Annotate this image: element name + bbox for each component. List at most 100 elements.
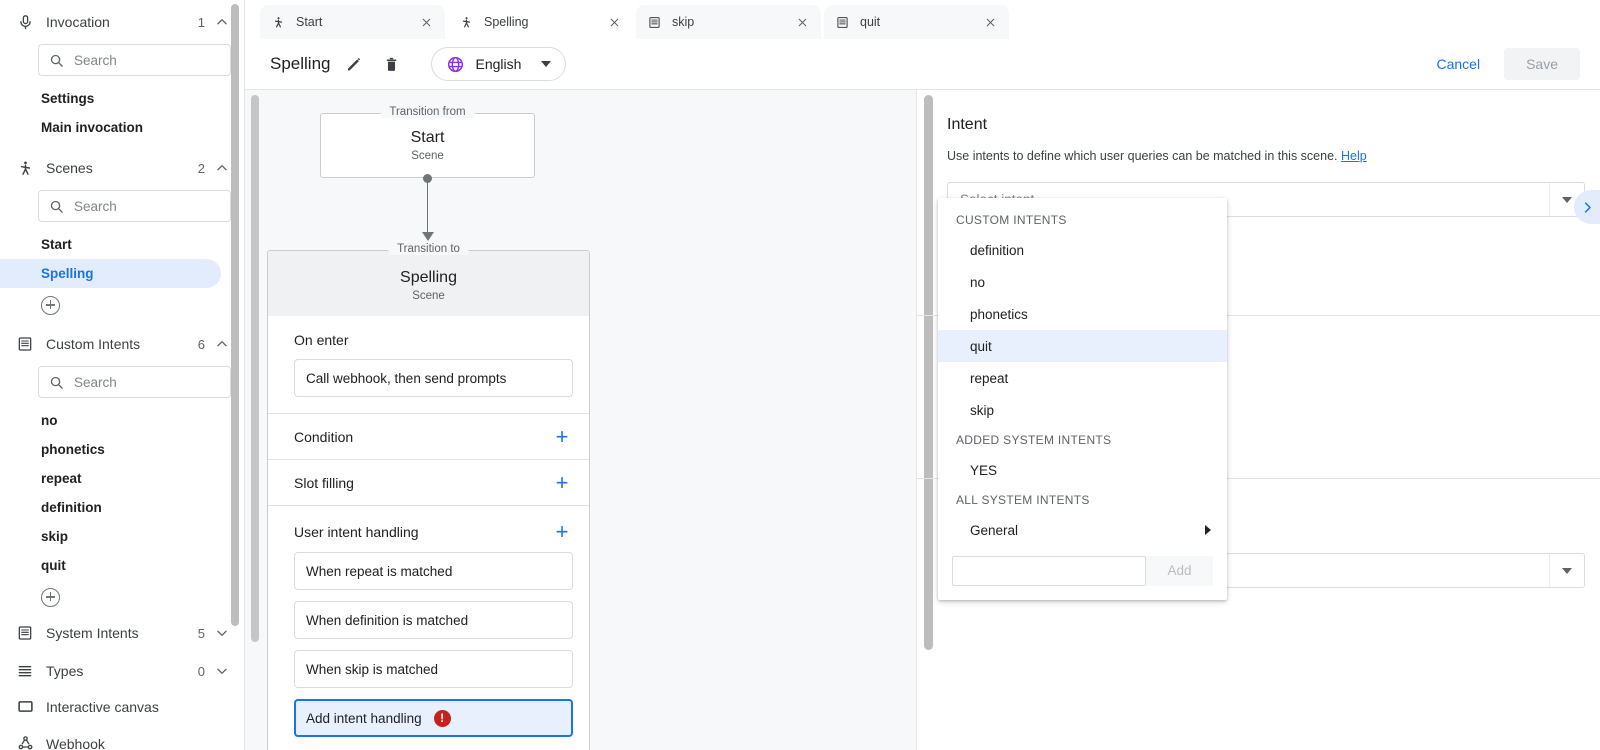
sidebar-item-settings[interactable]: Settings [0, 84, 245, 113]
globe-icon [446, 55, 465, 74]
scene-icon [460, 16, 474, 29]
dropdown-item-no[interactable]: no [938, 266, 1227, 298]
tab-spelling[interactable]: Spelling [448, 5, 633, 39]
sidebar-item-label: definition [41, 500, 102, 515]
sidebar-scrollbar[interactable] [231, 4, 239, 626]
tab-bar: Start Spelling [245, 0, 1600, 39]
search-input-custom-intents[interactable]: Search [38, 366, 231, 398]
sidebar-item-interactive-canvas[interactable]: Interactive canvas [0, 690, 245, 723]
dropdown-item-general[interactable]: General [938, 514, 1227, 546]
intent-handler-skip[interactable]: When skip is matched [294, 650, 573, 688]
sidebar-item-label: Webhook [36, 736, 229, 750]
custom-intents-search-wrap: Search [0, 366, 245, 398]
on-enter-item[interactable]: Call webhook, then send prompts [294, 359, 573, 397]
intent-handler-repeat[interactable]: When repeat is matched [294, 552, 573, 590]
from-scene-name: Start [411, 129, 445, 147]
sidebar-group-system-intents[interactable]: System Intents 5 [0, 614, 245, 652]
dropdown-item-definition[interactable]: definition [938, 234, 1227, 266]
expand-panel-button[interactable] [1574, 190, 1600, 224]
tab-quit[interactable]: quit [824, 5, 1009, 39]
slot-filling-section: Slot filling + [268, 459, 589, 505]
help-link[interactable]: Help [1341, 149, 1367, 163]
sidebar-item-label: skip [41, 529, 68, 544]
to-scene-name: Spelling [268, 269, 589, 287]
language-selector[interactable]: English [431, 47, 567, 81]
sidebar-group-types[interactable]: Types 0 [0, 652, 245, 690]
intents-icon [14, 333, 36, 355]
dropdown-item-yes[interactable]: YES [938, 454, 1227, 486]
intent-panel-scrollbar[interactable] [924, 95, 933, 650]
close-icon[interactable] [420, 16, 433, 29]
tab-start[interactable]: Start [260, 5, 445, 39]
tab-skip[interactable]: skip [636, 5, 821, 39]
add-scene-icon[interactable] [41, 296, 60, 315]
add-slot-filling-icon[interactable]: + [551, 472, 573, 494]
intent-handler-definition[interactable]: When definition is matched [294, 601, 573, 639]
sidebar-item-phonetics[interactable]: phonetics [0, 435, 245, 464]
sidebar-item-start[interactable]: Start [0, 230, 245, 259]
tab-label: Start [286, 15, 420, 29]
sidebar-item-label: quit [41, 558, 66, 573]
editor-body: Transition from Start Scene Transition t… [245, 90, 1600, 750]
dropdown-item-label: quit [970, 339, 992, 354]
slot-filling-label: Slot filling [294, 475, 551, 491]
sidebar-item-definition[interactable]: definition [0, 493, 245, 522]
secondary-select-arrow[interactable] [1549, 554, 1584, 587]
dropdown-item-repeat[interactable]: repeat [938, 362, 1227, 394]
sidebar-item-webhook[interactable]: Webhook [0, 727, 245, 750]
search-input-scenes[interactable]: Search [38, 190, 231, 222]
invocation-search-wrap: Search [0, 44, 245, 76]
close-icon[interactable] [984, 16, 997, 29]
chevron-up-icon [215, 15, 229, 29]
search-icon [49, 199, 64, 214]
search-input-invocation[interactable]: Search [38, 44, 231, 76]
transition-from-card[interactable]: Transition from Start Scene [320, 113, 535, 178]
intent-icon [648, 16, 662, 29]
add-intent-icon[interactable] [41, 588, 60, 607]
dropdown-item-skip[interactable]: skip [938, 394, 1227, 426]
add-intent-handling-card[interactable]: Add intent handling ! [294, 699, 573, 737]
add-condition-icon[interactable]: + [551, 426, 573, 448]
chevron-right-icon [1205, 525, 1211, 535]
dropdown-section-header-added-system: ADDED SYSTEM INTENTS [938, 426, 1227, 454]
search-placeholder: Search [64, 199, 117, 214]
sidebar-item-repeat[interactable]: repeat [0, 464, 245, 493]
dropdown-item-label: definition [970, 243, 1024, 258]
close-icon[interactable] [796, 16, 809, 29]
dropdown-item-phonetics[interactable]: phonetics [938, 298, 1227, 330]
sidebar-group-label: Custom Intents [36, 336, 198, 352]
intent-handler-label: When definition is matched [306, 613, 468, 628]
dropdown-item-label: no [970, 275, 985, 290]
search-placeholder: Search [64, 375, 117, 390]
cancel-button[interactable]: Cancel [1422, 48, 1494, 80]
new-intent-input[interactable] [952, 556, 1146, 586]
sidebar-group-custom-intents[interactable]: Custom Intents 6 [0, 322, 245, 366]
sidebar-item-spelling[interactable]: Spelling [0, 259, 221, 288]
sidebar-group-invocation[interactable]: Invocation 1 [0, 0, 245, 44]
sidebar-item-label: Start [41, 237, 72, 252]
sidebar-item-no[interactable]: no [0, 406, 245, 435]
close-icon[interactable] [608, 16, 621, 29]
sidebar-item-quit[interactable]: quit [0, 551, 245, 580]
pencil-icon[interactable] [339, 49, 369, 79]
page-title: Spelling [270, 54, 331, 74]
add-user-intent-handling-icon[interactable]: + [551, 521, 573, 543]
intent-handler-label: When skip is matched [306, 662, 438, 677]
dropdown-item-label: skip [970, 403, 994, 418]
trash-icon[interactable] [377, 49, 407, 79]
main-area: Start Spelling [245, 0, 1600, 750]
scene-toolbar: Spelling Engl [245, 39, 1600, 90]
dropdown-item-quit[interactable]: quit [938, 330, 1227, 362]
tab-label: Spelling [474, 15, 608, 29]
to-scene-subtitle: Scene [268, 290, 589, 302]
search-icon [49, 375, 64, 390]
canvas-scrollbar[interactable] [251, 95, 259, 642]
scene-card-header[interactable]: Spelling Scene [268, 251, 589, 316]
sidebar-item-label: repeat [41, 471, 82, 486]
transition-to-legend: Transition to [388, 243, 469, 255]
sidebar-item-main-invocation[interactable]: Main invocation [0, 113, 245, 142]
sidebar-item-skip[interactable]: skip [0, 522, 245, 551]
add-intent-button: Add [1146, 556, 1213, 586]
sidebar-item-label: Settings [41, 91, 94, 106]
sidebar-group-scenes[interactable]: Scenes 2 [0, 146, 245, 190]
